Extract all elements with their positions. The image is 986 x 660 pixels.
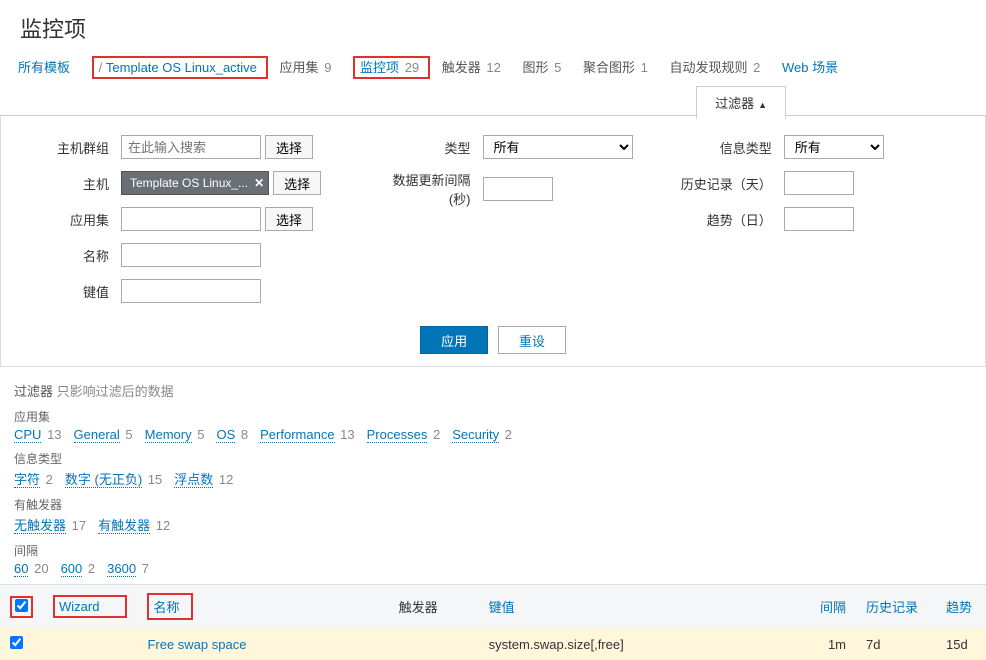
appset-input[interactable] bbox=[121, 207, 261, 231]
sf-appset-items: CPU 13 General 5 Memory 5 OS 8 Performance 1… bbox=[14, 427, 972, 442]
filter-tab-row: 过滤器▲ bbox=[0, 86, 986, 116]
nav-discovery[interactable]: 自动发现规则 2 bbox=[670, 57, 761, 76]
subfilter-hint: 只影响过滤后的数据 bbox=[57, 384, 174, 399]
cell-interval: 1m bbox=[806, 628, 856, 660]
label-host: 主机 bbox=[11, 174, 121, 193]
cell-name[interactable]: Free swap space bbox=[137, 628, 388, 660]
nav-items[interactable]: 监控项 29 bbox=[360, 57, 419, 76]
sf-appset-head: 应用集 bbox=[14, 408, 972, 425]
chevron-up-icon: ▲ bbox=[758, 100, 767, 110]
apply-button[interactable]: 应用 bbox=[420, 326, 488, 354]
filter-tab[interactable]: 过滤器▲ bbox=[696, 86, 786, 119]
filter-panel: 主机群组 选择 主机 Template OS Linux_...✕ 选择 应用集… bbox=[0, 116, 986, 367]
nav-appsets[interactable]: 应用集 9 bbox=[280, 57, 332, 76]
th-history[interactable]: 历史记录 bbox=[856, 585, 936, 629]
subfilter-item[interactable]: CPU 13 bbox=[14, 427, 62, 442]
th-triggers: 触发器 bbox=[389, 585, 479, 629]
table-row: Free swap space system.swap.size[,free] … bbox=[0, 628, 986, 660]
nav-bar: 所有模板 / Template OS Linux_active 应用集 9 监控… bbox=[0, 52, 986, 86]
row-checkbox[interactable] bbox=[10, 636, 23, 649]
nav-template-name[interactable]: Template OS Linux_active bbox=[106, 60, 257, 75]
highlight-items: 监控项 29 bbox=[353, 56, 430, 79]
reset-button[interactable]: 重设 bbox=[498, 326, 566, 354]
sf-trigger-head: 有触发器 bbox=[14, 496, 972, 513]
sf-interval-items: 60 20 600 2 3600 7 bbox=[14, 561, 972, 576]
th-trends[interactable]: 趋势 bbox=[936, 585, 986, 629]
label-hostgroup: 主机群组 bbox=[11, 138, 121, 157]
hostgroup-select-button[interactable]: 选择 bbox=[265, 135, 313, 159]
label-appset: 应用集 bbox=[11, 210, 121, 229]
nav-screens[interactable]: 聚合图形 1 bbox=[583, 57, 648, 76]
key-input[interactable] bbox=[121, 279, 261, 303]
host-chip[interactable]: Template OS Linux_...✕ bbox=[121, 171, 269, 195]
subfilter-item[interactable]: Security 2 bbox=[452, 427, 512, 442]
subfilter-item[interactable]: General 5 bbox=[74, 427, 133, 442]
trends-input[interactable] bbox=[784, 207, 854, 231]
nav-web[interactable]: Web 场景 bbox=[782, 57, 838, 76]
name-input[interactable] bbox=[121, 243, 261, 267]
sf-trigger-items: 无触发器 17 有触发器 12 bbox=[14, 515, 972, 534]
highlight-template: / Template OS Linux_active bbox=[92, 56, 268, 79]
history-input[interactable] bbox=[784, 171, 854, 195]
cell-wizard[interactable] bbox=[43, 628, 137, 660]
items-table: Wizard 名称 触发器 键值 间隔 历史记录 趋势 Free swap bbox=[0, 584, 986, 660]
th-wizard[interactable]: Wizard bbox=[43, 585, 137, 629]
th-interval[interactable]: 间隔 bbox=[806, 585, 856, 629]
th-key[interactable]: 键值 bbox=[479, 585, 806, 629]
sf-interval-head: 间隔 bbox=[14, 542, 972, 559]
label-trends: 趋势（日） bbox=[674, 210, 784, 229]
subfilter-item[interactable]: 浮点数 12 bbox=[174, 469, 233, 488]
subfilter-item[interactable]: OS 8 bbox=[216, 427, 248, 442]
appset-select-button[interactable]: 选择 bbox=[265, 207, 313, 231]
select-all-checkbox[interactable] bbox=[15, 599, 28, 612]
sf-info-items: 字符 2 数字 (无正负) 15 浮点数 12 bbox=[14, 469, 972, 488]
update-interval-input[interactable] bbox=[483, 177, 553, 201]
th-name[interactable]: 名称 bbox=[137, 585, 388, 629]
subfilter-title: 过滤器 bbox=[14, 384, 53, 399]
subfilter-item[interactable]: Performance 13 bbox=[260, 427, 355, 442]
subfilter-item[interactable]: 无触发器 17 bbox=[14, 515, 86, 534]
subfilter-item[interactable]: 60 20 bbox=[14, 561, 49, 576]
cell-history: 7d bbox=[856, 628, 936, 660]
cell-trends: 15d bbox=[936, 628, 986, 660]
subfilter-item[interactable]: 3600 7 bbox=[107, 561, 149, 576]
subfilter-item[interactable]: 字符 2 bbox=[14, 469, 53, 488]
hostgroup-input[interactable] bbox=[121, 135, 261, 159]
sf-info-head: 信息类型 bbox=[14, 450, 972, 467]
nav-all-templates[interactable]: 所有模板 bbox=[18, 57, 70, 76]
subfilter-item[interactable]: Processes 2 bbox=[367, 427, 441, 442]
label-key: 键值 bbox=[11, 282, 121, 301]
label-name: 名称 bbox=[11, 246, 121, 265]
subfilter-item[interactable]: Memory 5 bbox=[145, 427, 205, 442]
info-type-select[interactable]: 所有 bbox=[784, 135, 884, 159]
label-type: 类型 bbox=[373, 138, 483, 157]
subfilter-block: 过滤器 只影响过滤后的数据 应用集 CPU 13 General 5 Memory … bbox=[0, 381, 986, 576]
label-history: 历史记录（天） bbox=[674, 174, 784, 193]
th-checkbox bbox=[0, 585, 43, 629]
subfilter-item[interactable]: 数字 (无正负) 15 bbox=[65, 469, 162, 488]
close-icon[interactable]: ✕ bbox=[254, 176, 264, 190]
page-title: 监控项 bbox=[0, 0, 986, 52]
nav-triggers[interactable]: 触发器 12 bbox=[442, 57, 501, 76]
host-select-button[interactable]: 选择 bbox=[273, 171, 321, 195]
cell-triggers bbox=[389, 628, 479, 660]
nav-graphs[interactable]: 图形 5 bbox=[523, 57, 562, 76]
label-update-interval: 数据更新间隔(秒) bbox=[373, 170, 483, 208]
subfilter-item[interactable]: 有触发器 12 bbox=[98, 515, 170, 534]
cell-key: system.swap.size[,free] bbox=[479, 628, 806, 660]
type-select[interactable]: 所有 bbox=[483, 135, 633, 159]
subfilter-item[interactable]: 600 2 bbox=[61, 561, 96, 576]
label-info-type: 信息类型 bbox=[674, 138, 784, 157]
